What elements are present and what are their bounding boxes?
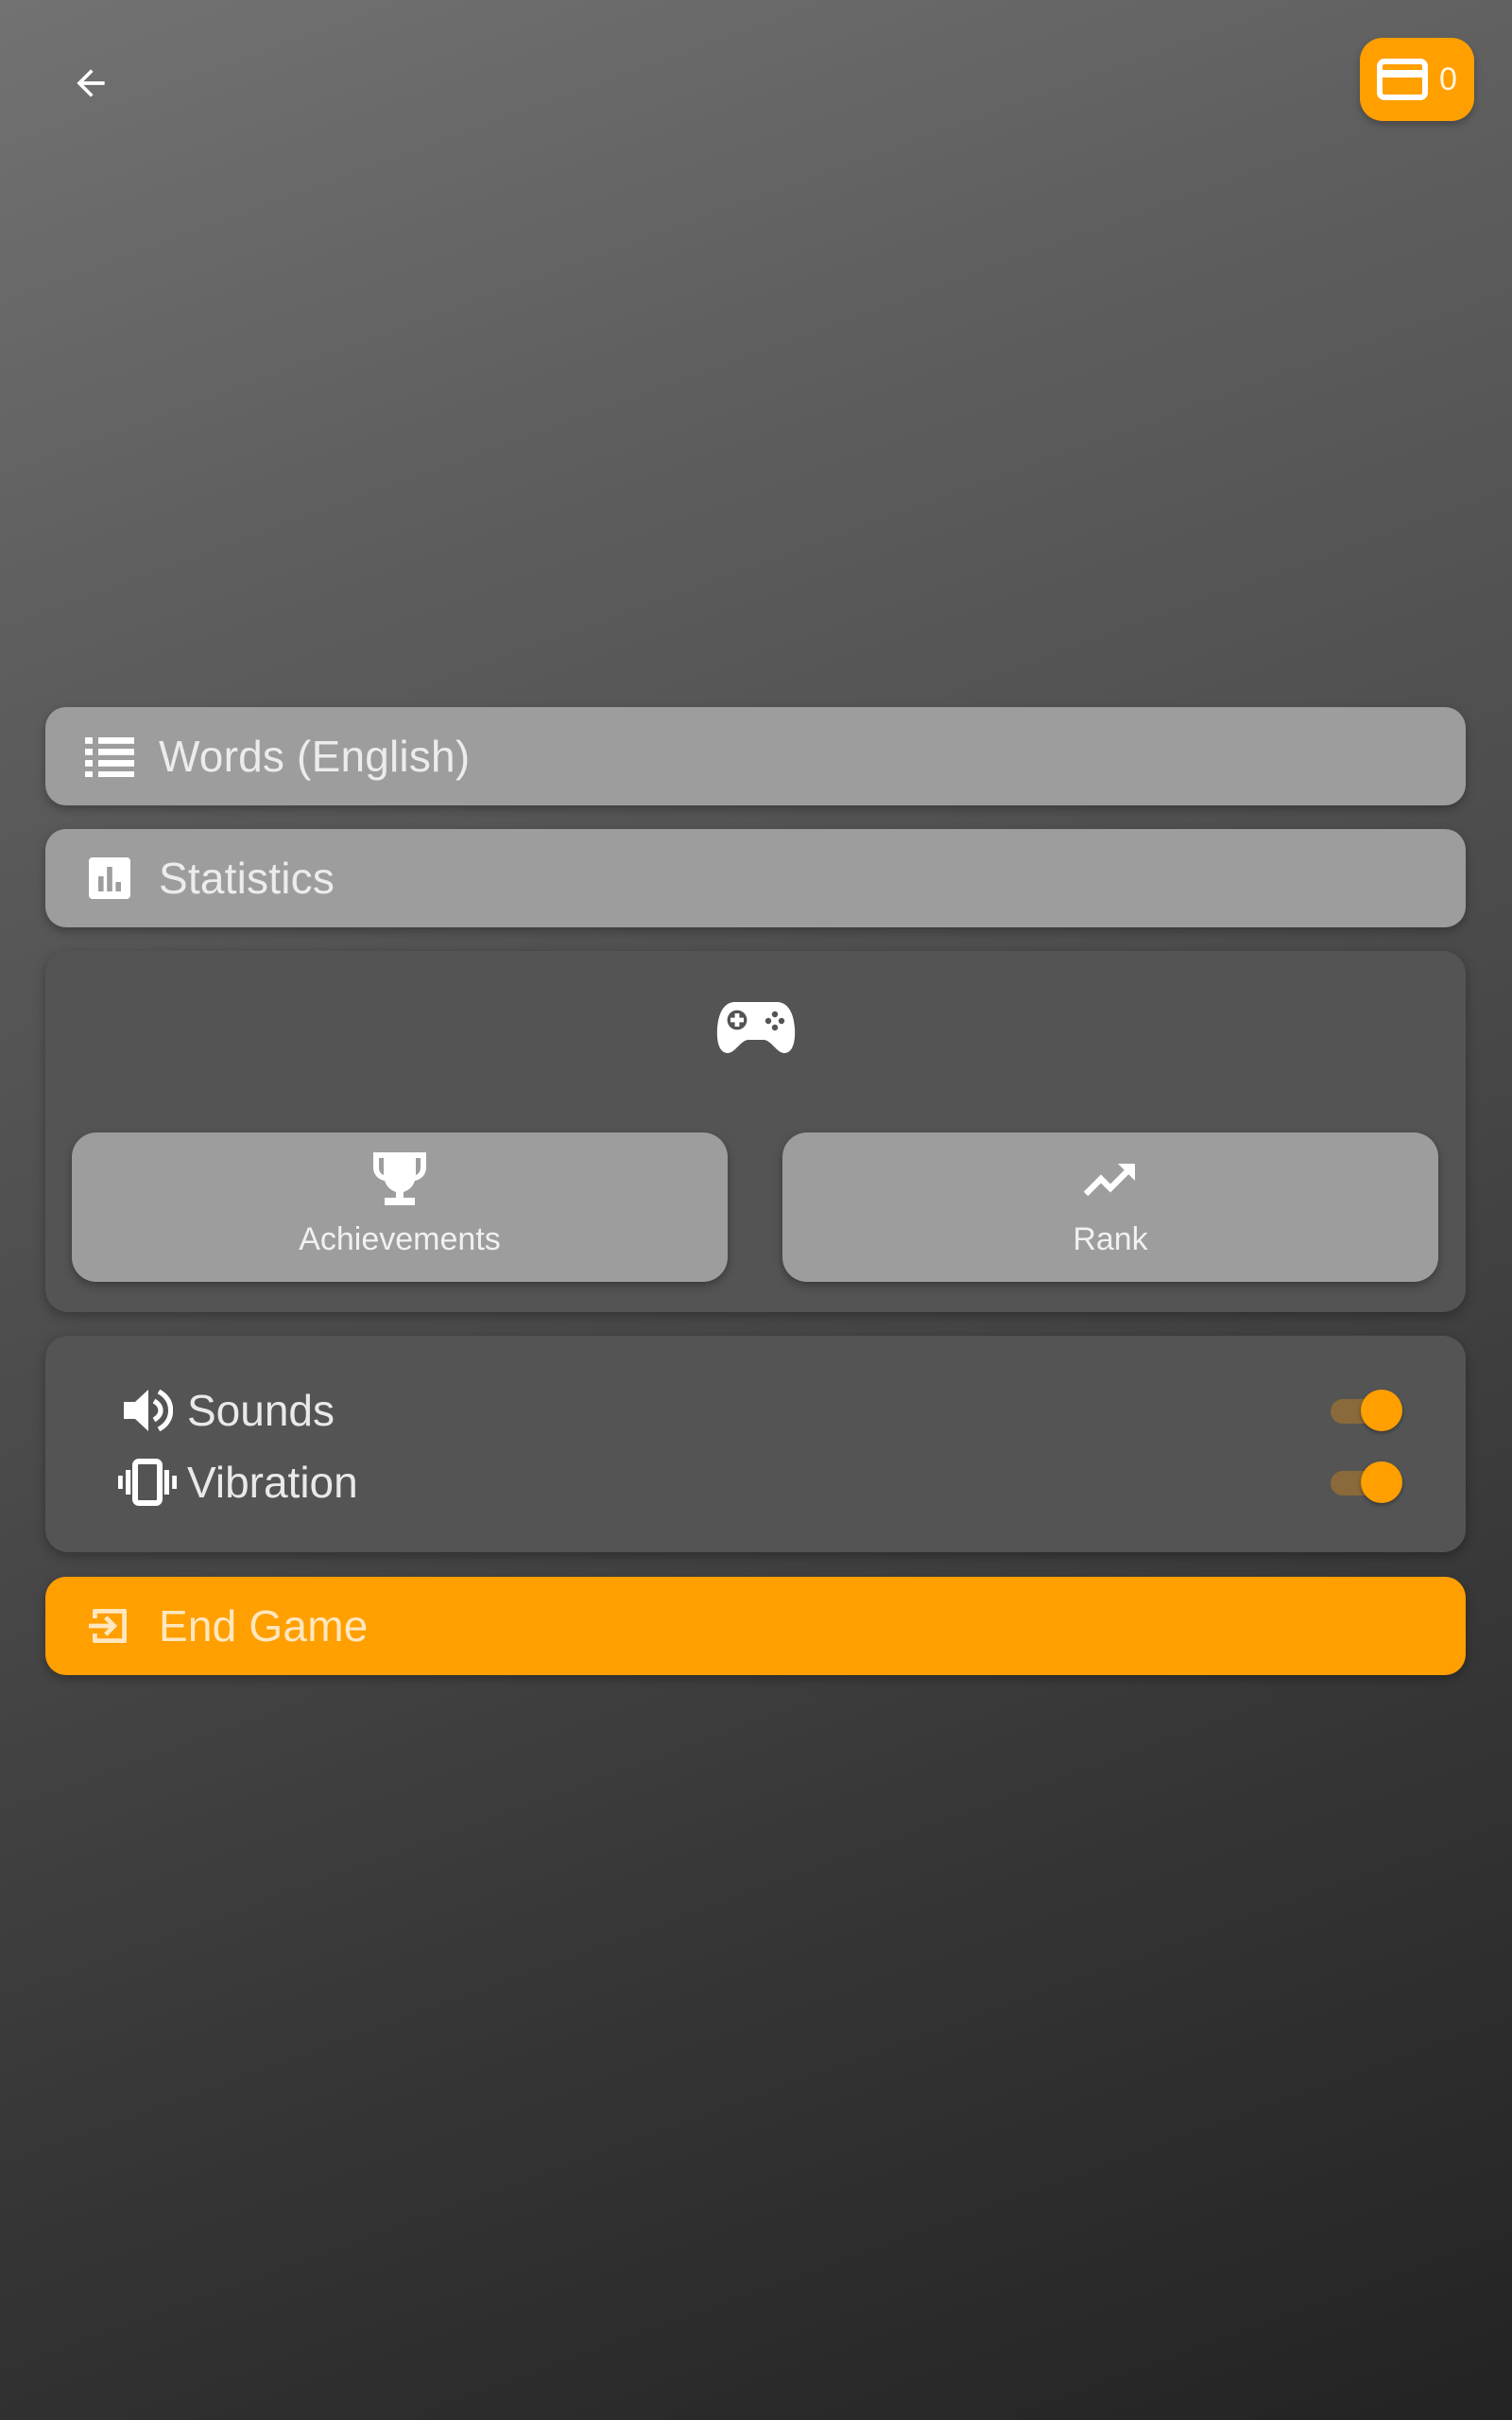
sounds-toggle[interactable]: [1327, 1388, 1402, 1433]
trending-up-icon: [1073, 1148, 1148, 1210]
sounds-label: Sounds: [187, 1386, 335, 1435]
end-game-button[interactable]: End Game: [45, 1577, 1466, 1675]
exit-icon: [85, 1601, 134, 1651]
list-icon: [85, 732, 134, 781]
settings-panel: [45, 1336, 1466, 1552]
statistics-label: Statistics: [159, 854, 335, 903]
vibration-setting: Vibration: [117, 1452, 1402, 1512]
arrow-back-icon: [77, 69, 105, 97]
credit-card-icon: [1377, 59, 1429, 100]
end-game-label: End Game: [159, 1601, 369, 1651]
statistics-button[interactable]: Statistics: [45, 829, 1466, 927]
vibration-icon: [117, 1452, 178, 1512]
vibration-label: Vibration: [187, 1458, 358, 1507]
words-button[interactable]: Words (English): [45, 707, 1466, 805]
bar-chart-icon: [85, 854, 134, 903]
vibration-toggle[interactable]: [1327, 1460, 1402, 1505]
sounds-toggle-thumb: [1361, 1390, 1402, 1431]
wallet-badge[interactable]: 0: [1360, 38, 1474, 121]
rank-button[interactable]: Rank: [782, 1132, 1438, 1282]
gamepad-icon: [713, 996, 799, 1059]
wallet-count: 0: [1439, 61, 1457, 97]
trophy-icon: [362, 1148, 438, 1210]
vibration-toggle-thumb: [1361, 1461, 1402, 1503]
rank-label: Rank: [1073, 1221, 1148, 1257]
achievements-label: Achievements: [299, 1221, 501, 1257]
words-label: Words (English): [159, 732, 471, 781]
sounds-setting: Sounds: [117, 1380, 1402, 1441]
speaker-icon: [117, 1380, 178, 1441]
achievements-button[interactable]: Achievements: [72, 1132, 728, 1282]
back-button[interactable]: [53, 45, 129, 121]
